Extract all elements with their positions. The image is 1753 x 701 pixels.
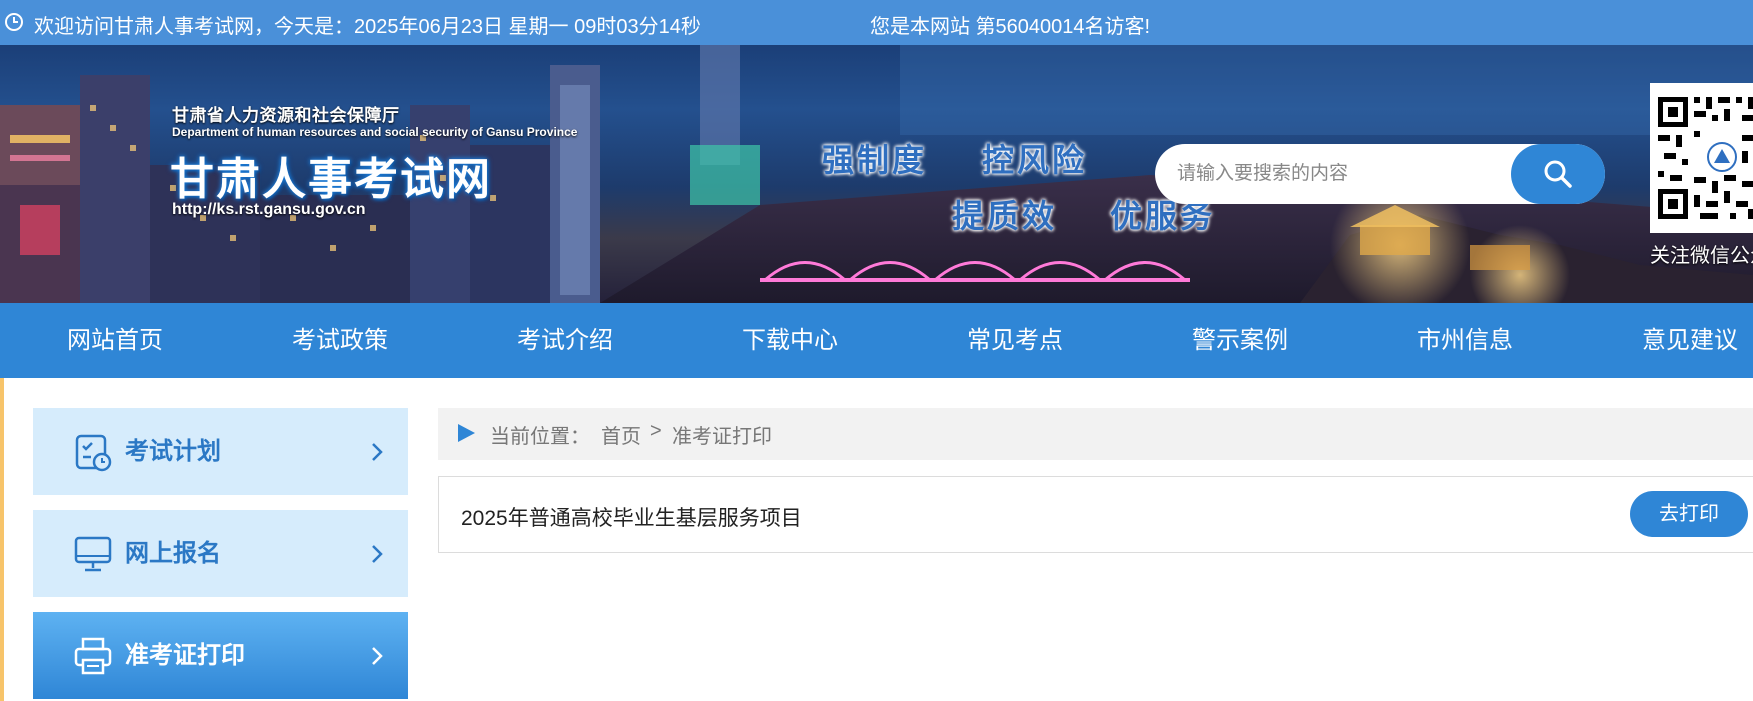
site-title-logo[interactable]: 甘肃人事考试网 xyxy=(170,143,492,207)
wechat-qr-code xyxy=(1650,83,1753,233)
org-name: 甘肃省人力资源和社会保障厅 xyxy=(172,106,400,125)
sidebar-item-label: 考试计划 xyxy=(125,438,221,465)
search-box xyxy=(1155,144,1605,204)
breadcrumb-separator: > xyxy=(650,420,662,442)
qr-code-icon xyxy=(1658,97,1753,219)
list-item-title: 2025年普通高校毕业生基层服务项目 xyxy=(461,507,802,530)
nav-item-exam-sites[interactable]: 常见考点 xyxy=(967,303,1063,378)
nav-item-exam-policy[interactable]: 考试政策 xyxy=(292,303,388,378)
header-banner: 甘肃省人力资源和社会保障厅 Department of human resour… xyxy=(0,45,1753,303)
chevron-right-icon xyxy=(372,443,383,461)
site-url: http://ks.rst.gansu.gov.cn xyxy=(172,201,366,218)
nav-item-warning-cases[interactable]: 警示案例 xyxy=(1192,303,1288,378)
sidebar-item-online-registration[interactable]: 网上报名 xyxy=(33,510,408,597)
top-info-bar: 欢迎访问甘肃人事考试网，今天是：2025年06月23日 星期一 09时03分14… xyxy=(0,0,1753,45)
breadcrumb-home-link[interactable]: 首页 xyxy=(601,420,641,449)
visitor-count-text: 您是本网站 第56040014名访客! xyxy=(870,16,1151,38)
monitor-icon xyxy=(74,536,112,572)
slogan-2: 控风险 xyxy=(982,141,1088,179)
welcome-date-text: 欢迎访问甘肃人事考试网，今天是：2025年06月23日 星期一 09时03分14… xyxy=(34,16,701,38)
search-input[interactable] xyxy=(1177,144,1497,204)
chevron-right-icon xyxy=(372,647,383,665)
org-name-english: Department of human resources and social… xyxy=(172,125,578,139)
sidebar-item-label: 网上报名 xyxy=(125,540,221,567)
breadcrumb-current: 准考证打印 xyxy=(672,426,772,448)
search-button[interactable] xyxy=(1511,144,1605,204)
search-icon xyxy=(1544,160,1572,188)
clock-icon xyxy=(5,13,23,31)
slogan-1: 强制度 xyxy=(822,141,928,179)
breadcrumb: 当前位置： 首页 > 准考证打印 xyxy=(438,408,1753,460)
chevron-right-icon xyxy=(372,545,383,563)
main-nav: 网站首页 考试政策 考试介绍 下载中心 常见考点 警示案例 市州信息 意见建议 xyxy=(0,303,1753,378)
nav-item-city-info[interactable]: 市州信息 xyxy=(1417,303,1513,378)
nav-item-download-center[interactable]: 下载中心 xyxy=(742,303,838,378)
nav-item-feedback[interactable]: 意见建议 xyxy=(1642,303,1738,378)
nav-item-exam-intro[interactable]: 考试介绍 xyxy=(517,303,613,378)
triangle-right-icon xyxy=(458,424,475,442)
nav-item-home[interactable]: 网站首页 xyxy=(67,303,163,378)
sidebar-item-admission-ticket-print[interactable]: 准考证打印 xyxy=(33,612,408,699)
sidebar-item-exam-plan[interactable]: 考试计划 xyxy=(33,408,408,495)
left-accent-strip xyxy=(0,378,4,701)
list-item: 2025年普通高校毕业生基层服务项目 xyxy=(438,476,1753,553)
go-print-button[interactable]: 去打印 xyxy=(1630,491,1748,537)
qr-code-label: 关注微信公众号 xyxy=(1650,245,1753,267)
printer-icon xyxy=(74,637,112,675)
calendar-check-icon xyxy=(75,434,112,472)
slogan-3: 提质效 xyxy=(952,197,1058,235)
breadcrumb-prefix: 当前位置： xyxy=(490,426,590,448)
sidebar-item-label: 准考证打印 xyxy=(125,642,245,669)
